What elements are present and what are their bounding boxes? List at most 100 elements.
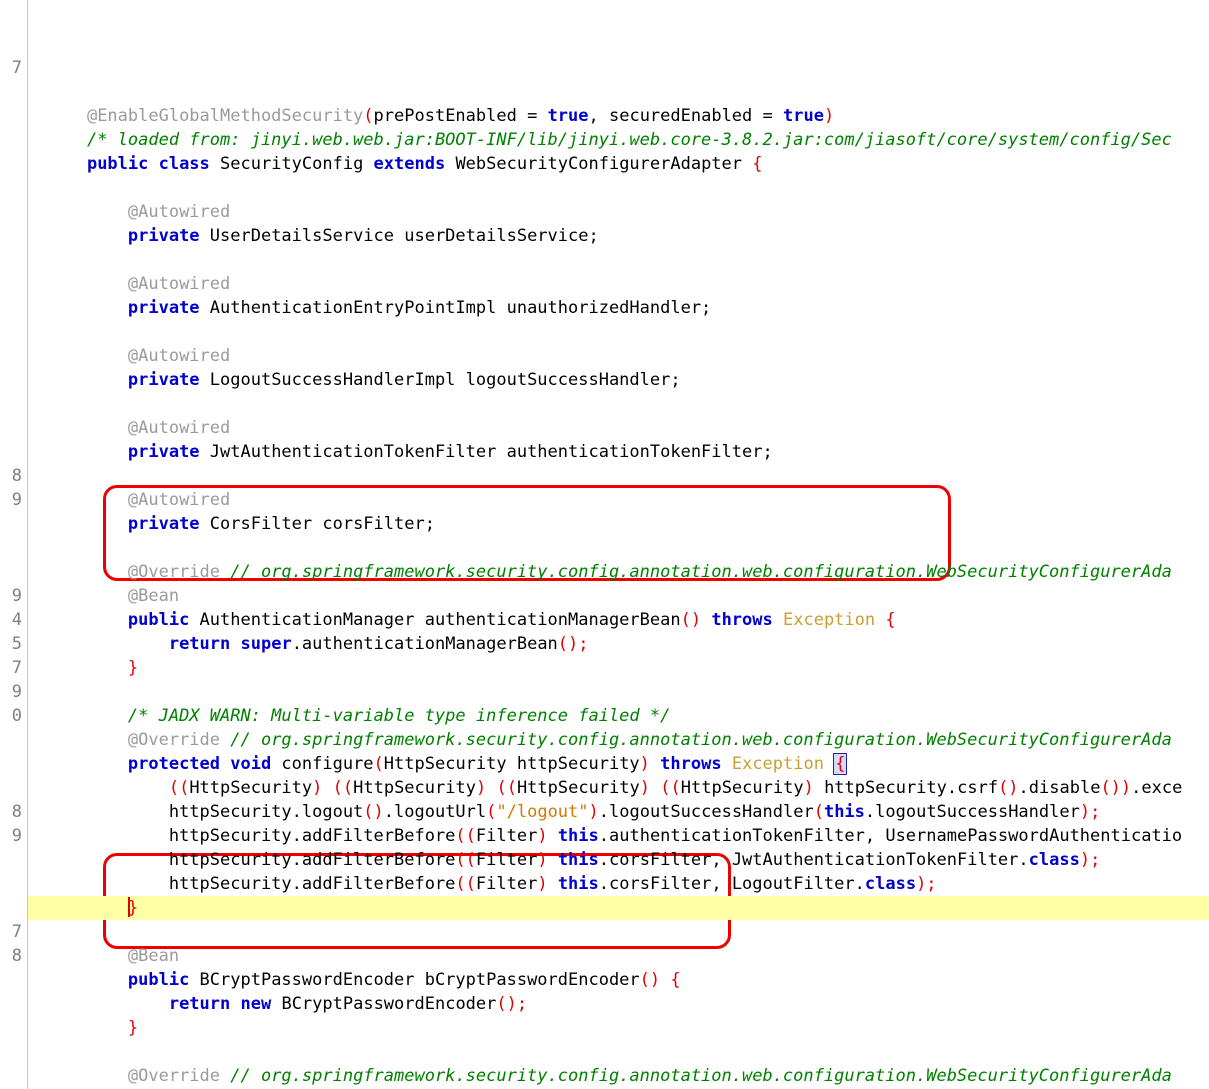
code-line[interactable] <box>46 320 1209 344</box>
code-viewer[interactable]: 7 8 9 9 4 5 7 9 0 8 9 7 8 @EnableGlobalMethodSecurit… <box>0 0 1209 1089</box>
token-punc: (( <box>332 778 354 798</box>
code-line[interactable]: ((HttpSecurity) ((HttpSecurity) ((HttpSe… <box>46 776 1209 800</box>
line-number <box>0 200 22 224</box>
token-kw: return <box>168 994 231 1014</box>
code-line[interactable]: private LogoutSuccessHandlerImpl logoutS… <box>46 368 1209 392</box>
code-line[interactable]: @Autowired <box>46 200 1209 224</box>
code-line[interactable] <box>46 176 1209 200</box>
token-plain: .authenticationTokenFilter, UsernamePass… <box>598 826 1183 846</box>
code-line[interactable] <box>46 1040 1209 1064</box>
token-punc: ); <box>916 874 937 894</box>
token-kw: this <box>557 874 599 894</box>
line-number: 7 <box>11 58 22 78</box>
token-plain: = <box>527 106 548 126</box>
token-plain: .logoutSuccessHandler <box>864 802 1080 822</box>
line-number <box>0 344 22 368</box>
code-line-current[interactable]: } <box>28 896 1209 920</box>
token-plain: = <box>762 106 783 126</box>
code-line[interactable] <box>46 392 1209 416</box>
token-punc: ( <box>373 754 384 774</box>
token-ann: @Override <box>127 562 231 582</box>
code-line[interactable] <box>46 464 1209 488</box>
token-kw: throws <box>711 610 773 630</box>
line-number: 7 <box>11 658 22 678</box>
code-line[interactable]: public class SecurityConfig extends WebS… <box>46 152 1209 176</box>
token-punc: () <box>639 970 661 990</box>
brace-match-highlight[interactable]: { <box>833 753 848 775</box>
code-line[interactable]: return new BCryptPasswordEncoder(); <box>46 992 1209 1016</box>
code-line[interactable]: public BCryptPasswordEncoder bCryptPassw… <box>46 968 1209 992</box>
code-line[interactable] <box>46 536 1209 560</box>
token-kw: class <box>864 874 917 894</box>
code-line[interactable]: /* JADX WARN: Multi-variable type infere… <box>46 704 1209 728</box>
code-line[interactable]: httpSecurity.addFilterBefore((Filter) th… <box>46 824 1209 848</box>
token-kw: true <box>783 106 824 126</box>
line-number <box>0 776 22 800</box>
code-line[interactable]: return super.authenticationManagerBean()… <box>46 632 1209 656</box>
line-number: 9 <box>11 826 22 846</box>
code-line[interactable]: } <box>46 1016 1209 1040</box>
code-line[interactable]: @Autowired <box>46 272 1209 296</box>
line-number <box>0 848 22 872</box>
token-plain: Filter <box>475 850 538 870</box>
code-line[interactable]: httpSecurity.logout().logoutUrl("/logout… <box>46 800 1209 824</box>
token-plain: .corsFilter, JwtAuthenticationTokenFilte… <box>598 850 1029 870</box>
code-line[interactable]: /* loaded from: jinyi.web.web.jar:BOOT-I… <box>46 128 1209 152</box>
code-line[interactable]: @Bean <box>46 584 1209 608</box>
token-kw: extends <box>373 154 446 174</box>
token-kw: throws <box>660 754 722 774</box>
code-line[interactable]: private AuthenticationEntryPointImpl una… <box>46 296 1209 320</box>
code-content-area[interactable]: @EnableGlobalMethodSecurity(prePostEnabl… <box>28 0 1209 1089</box>
line-number <box>0 104 22 128</box>
token-plain: HttpSecurity <box>680 778 804 798</box>
code-line[interactable]: @EnableGlobalMethodSecurity(prePostEnabl… <box>46 104 1209 128</box>
token-punc: () <box>363 802 384 822</box>
token-kw: this <box>557 850 599 870</box>
code-line[interactable]: @Override // org.springframework.securit… <box>46 1064 1209 1088</box>
code-line[interactable]: @Autowired <box>46 344 1209 368</box>
code-line[interactable] <box>46 248 1209 272</box>
code-line[interactable]: protected void configure(HttpSecurity ht… <box>46 752 1209 776</box>
token-ann: @Autowired <box>127 346 231 366</box>
code-line[interactable]: } <box>46 656 1209 680</box>
code-line[interactable]: httpSecurity.addFilterBefore((Filter) th… <box>46 848 1209 872</box>
token-punc: () <box>998 778 1019 798</box>
token-plain: HttpSecurity <box>189 778 313 798</box>
token-punc: } <box>127 1018 139 1038</box>
code-line[interactable]: private CorsFilter corsFilter; <box>46 512 1209 536</box>
code-line[interactable] <box>46 680 1209 704</box>
code-line[interactable]: @Override // org.springframework.securit… <box>46 728 1209 752</box>
code-line[interactable]: httpSecurity.addFilterBefore((Filter) th… <box>46 872 1209 896</box>
token-kw: class <box>1028 850 1080 870</box>
code-line[interactable]: @Bean <box>46 944 1209 968</box>
code-line[interactable]: public AuthenticationManager authenticat… <box>46 608 1209 632</box>
line-number <box>0 752 22 776</box>
code-line[interactable]: private UserDetailsService userDetailsSe… <box>46 224 1209 248</box>
code-line[interactable]: @Autowired <box>46 488 1209 512</box>
code-line[interactable] <box>46 920 1209 944</box>
token-punc: ) <box>803 778 814 798</box>
code-line[interactable]: private JwtAuthenticationTokenFilter aut… <box>46 440 1209 464</box>
token-punc: ) <box>537 874 548 894</box>
token-ann: @Bean <box>127 586 180 606</box>
code-line[interactable]: @Override // org.springframework.securit… <box>46 560 1209 584</box>
token-kw: public class <box>86 154 210 174</box>
code-line[interactable]: @Autowired <box>46 416 1209 440</box>
token-punc: ( <box>813 802 824 822</box>
line-number <box>0 152 22 176</box>
line-number: 4 <box>11 610 22 630</box>
